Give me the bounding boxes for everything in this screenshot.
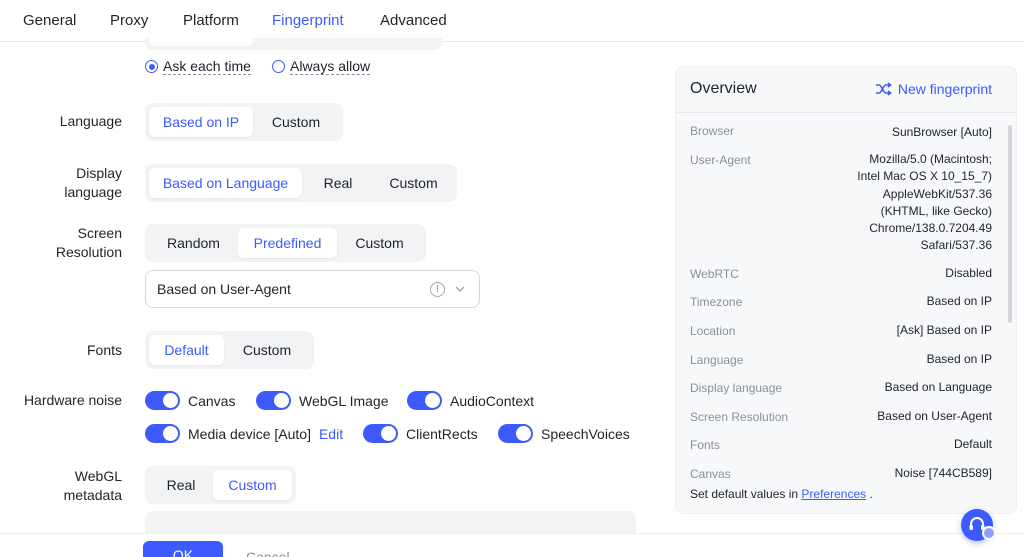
overview-value: Default <box>953 437 992 451</box>
overview-key: Location <box>690 324 736 338</box>
overview-key: Canvas <box>690 467 731 481</box>
display-language-option-custom[interactable]: Custom <box>374 168 453 198</box>
toggle-clientrects[interactable]: ClientRects <box>363 424 478 443</box>
overview-scrollbar[interactable] <box>1008 125 1012 323</box>
overview-key: WebRTC <box>690 267 739 281</box>
language-option-custom[interactable]: Custom <box>253 107 339 137</box>
radio-unchecked-icon <box>272 60 285 73</box>
new-fingerprint-button[interactable]: New fingerprint <box>875 81 992 97</box>
overview-value: Based on User-Agent <box>877 409 992 423</box>
screen-resolution-segmented: Random Predefined Custom <box>145 224 426 262</box>
chevron-down-icon <box>455 286 465 292</box>
toggle-webgl-image[interactable]: WebGL Image <box>256 391 389 410</box>
language-option-based-on-ip[interactable]: Based on IP <box>149 107 253 137</box>
switch-on-icon <box>407 391 442 410</box>
display-language-label: Display language <box>64 165 122 200</box>
tab-proxy[interactable]: Proxy <box>110 12 148 29</box>
overview-key: Browser <box>690 124 735 138</box>
shuffle-icon <box>875 82 892 96</box>
switch-on-icon <box>145 424 180 443</box>
switch-on-icon <box>363 424 398 443</box>
overview-value-user-agent: Mozilla/5.0 (Macintosh; Intel Mac OS X 1… <box>857 152 992 253</box>
radio-always-allow[interactable]: Always allow <box>272 58 371 75</box>
overview-key: Fonts <box>690 438 721 452</box>
overview-divider <box>676 112 1016 113</box>
radio-checked-icon <box>145 60 158 73</box>
overview-key: Timezone <box>690 295 743 309</box>
overview-value: Based on IP <box>926 352 992 366</box>
cancel-button[interactable]: Cancel <box>246 550 290 557</box>
webgl-metadata-option-real[interactable]: Real <box>149 470 213 500</box>
overview-value: Based on Language <box>884 380 992 394</box>
display-language-segmented: Based on Language Real Custom <box>145 164 457 202</box>
tab-general[interactable]: General <box>23 12 76 29</box>
toggle-media-device[interactable]: Media device [Auto] Edit <box>145 424 343 443</box>
overview-key: Screen Resolution <box>690 410 789 424</box>
switch-on-icon <box>145 391 180 410</box>
webgl-metadata-segmented: Real Custom <box>145 466 296 504</box>
screen-resolution-option-random[interactable]: Random <box>149 228 238 258</box>
overview-title: Overview <box>690 80 757 97</box>
fonts-label: Fonts <box>86 342 122 358</box>
switch-on-icon <box>498 424 533 443</box>
webgl-metadata-label: WebGL metadata <box>63 468 122 503</box>
screen-resolution-select-value: Based on User-Agent <box>157 281 291 297</box>
support-badge-icon <box>982 526 996 540</box>
display-language-option-based-on-language[interactable]: Based on Language <box>149 168 302 198</box>
toggle-canvas[interactable]: Canvas <box>145 391 235 410</box>
overview-value: Noise [744CB589] <box>894 466 992 480</box>
tab-fingerprint[interactable]: Fingerprint <box>272 12 344 29</box>
fonts-segmented: Default Custom <box>145 331 314 369</box>
overview-panel: Overview New fingerprint Browser SunBrow… <box>675 66 1017 514</box>
fonts-option-default[interactable]: Default <box>149 335 224 365</box>
toggle-audiocontext[interactable]: AudioContext <box>407 391 534 410</box>
toggle-speechvoices[interactable]: SpeechVoices <box>498 424 630 443</box>
overview-value: Disabled <box>945 266 992 280</box>
radio-ask-each-time[interactable]: Ask each time <box>145 58 251 75</box>
overview-key: User-Agent <box>690 153 751 167</box>
tab-advanced[interactable]: Advanced <box>380 12 447 29</box>
settings-tabs: General Proxy Platform Fingerprint Advan… <box>0 0 1024 42</box>
overview-value: Based on IP <box>926 294 992 308</box>
fonts-option-custom[interactable]: Custom <box>224 335 310 365</box>
overview-value: [Ask] Based on IP <box>896 323 992 337</box>
screen-resolution-option-custom[interactable]: Custom <box>337 228 422 258</box>
webgl-metadata-option-custom[interactable]: Custom <box>213 470 292 500</box>
hardware-noise-label: Hardware noise <box>23 392 122 408</box>
language-segmented: Based on IP Custom <box>145 103 343 141</box>
info-icon[interactable]: ! <box>430 282 445 297</box>
overview-value: SunBrowser [Auto] <box>891 125 992 139</box>
preferences-link[interactable]: Preferences <box>801 487 866 501</box>
screen-resolution-label: Screen Resolution <box>55 225 122 260</box>
media-device-edit-link[interactable]: Edit <box>319 426 343 442</box>
language-label: Language <box>59 113 122 129</box>
tab-platform[interactable]: Platform <box>183 12 239 29</box>
screen-resolution-option-predefined[interactable]: Predefined <box>238 228 337 258</box>
scrolled-segment-control <box>145 38 442 50</box>
switch-on-icon <box>256 391 291 410</box>
ok-button[interactable]: OK <box>143 541 223 557</box>
display-language-option-real[interactable]: Real <box>302 168 374 198</box>
overview-key: Language <box>690 353 744 367</box>
screen-resolution-select[interactable]: Based on User-Agent ! <box>145 270 480 308</box>
overview-key: Display language <box>690 381 783 395</box>
